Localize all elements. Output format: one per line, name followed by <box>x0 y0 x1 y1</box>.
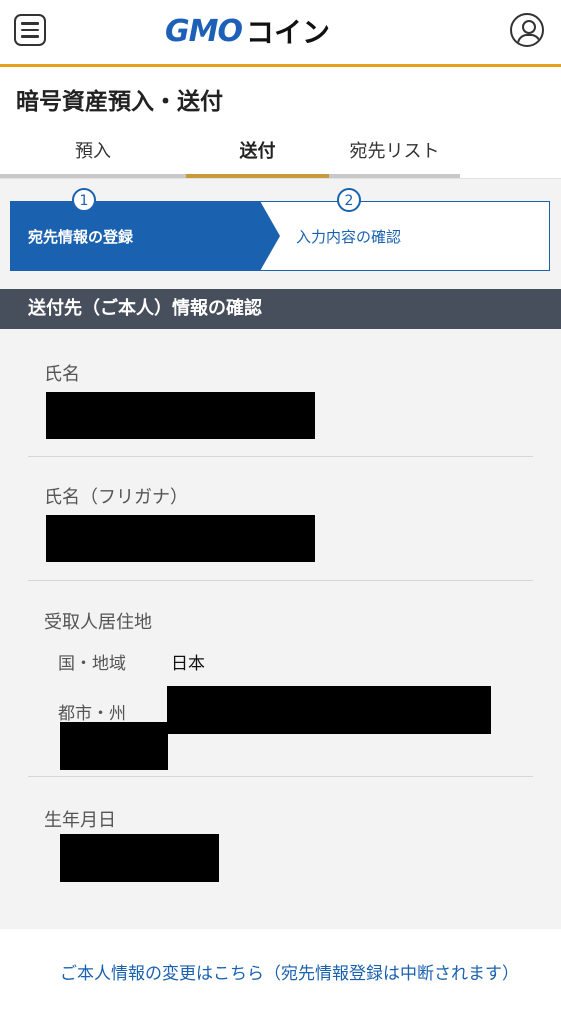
user-account-icon[interactable] <box>510 13 544 47</box>
kana-label: 氏名（フリガナ） <box>44 487 188 508</box>
divider <box>28 580 533 581</box>
app-header: GMO コイン <box>0 0 561 67</box>
residence-label: 受取人居住地 <box>44 612 152 633</box>
tab-bar: 預入 送付 宛先リスト <box>0 133 561 179</box>
step-indicator: 宛先情報の登録 入力内容の確認 1 2 <box>10 188 550 271</box>
step-1-number: 1 <box>72 188 96 212</box>
change-personal-info-link[interactable]: ご本人情報の変更はこちら（宛先情報登録は中断されます） <box>60 959 560 990</box>
name-redacted <box>46 392 315 439</box>
city-label: 都市・州 <box>58 704 126 724</box>
logo-coin-text: コイン <box>245 16 330 49</box>
logo-gmo-text: GMO <box>165 13 243 49</box>
step-2-label: 入力内容の確認 <box>296 228 402 246</box>
name-label: 氏名 <box>44 364 80 385</box>
birthdate-label: 生年月日 <box>44 810 116 831</box>
divider <box>28 456 533 457</box>
page-title: 暗号資産預入・送付 <box>16 89 223 115</box>
city-redacted <box>167 686 491 734</box>
country-label: 国・地域 <box>58 654 126 674</box>
hamburger-menu-icon[interactable] <box>14 14 46 46</box>
tab-address-list[interactable]: 宛先リスト <box>329 133 460 179</box>
step-1-label: 宛先情報の登録 <box>28 228 134 246</box>
gmo-coin-logo[interactable]: GMO コイン <box>165 13 330 50</box>
step-2-number: 2 <box>337 188 361 212</box>
tab-deposit[interactable]: 預入 <box>0 133 186 179</box>
kana-redacted <box>46 515 315 562</box>
birthdate-redacted <box>60 834 219 882</box>
divider <box>28 776 533 777</box>
section-title: 送付先（ご本人）情報の確認 <box>0 289 561 329</box>
city-redacted-continued <box>60 722 168 770</box>
tab-send[interactable]: 送付 <box>186 133 329 179</box>
country-value: 日本 <box>171 654 205 674</box>
